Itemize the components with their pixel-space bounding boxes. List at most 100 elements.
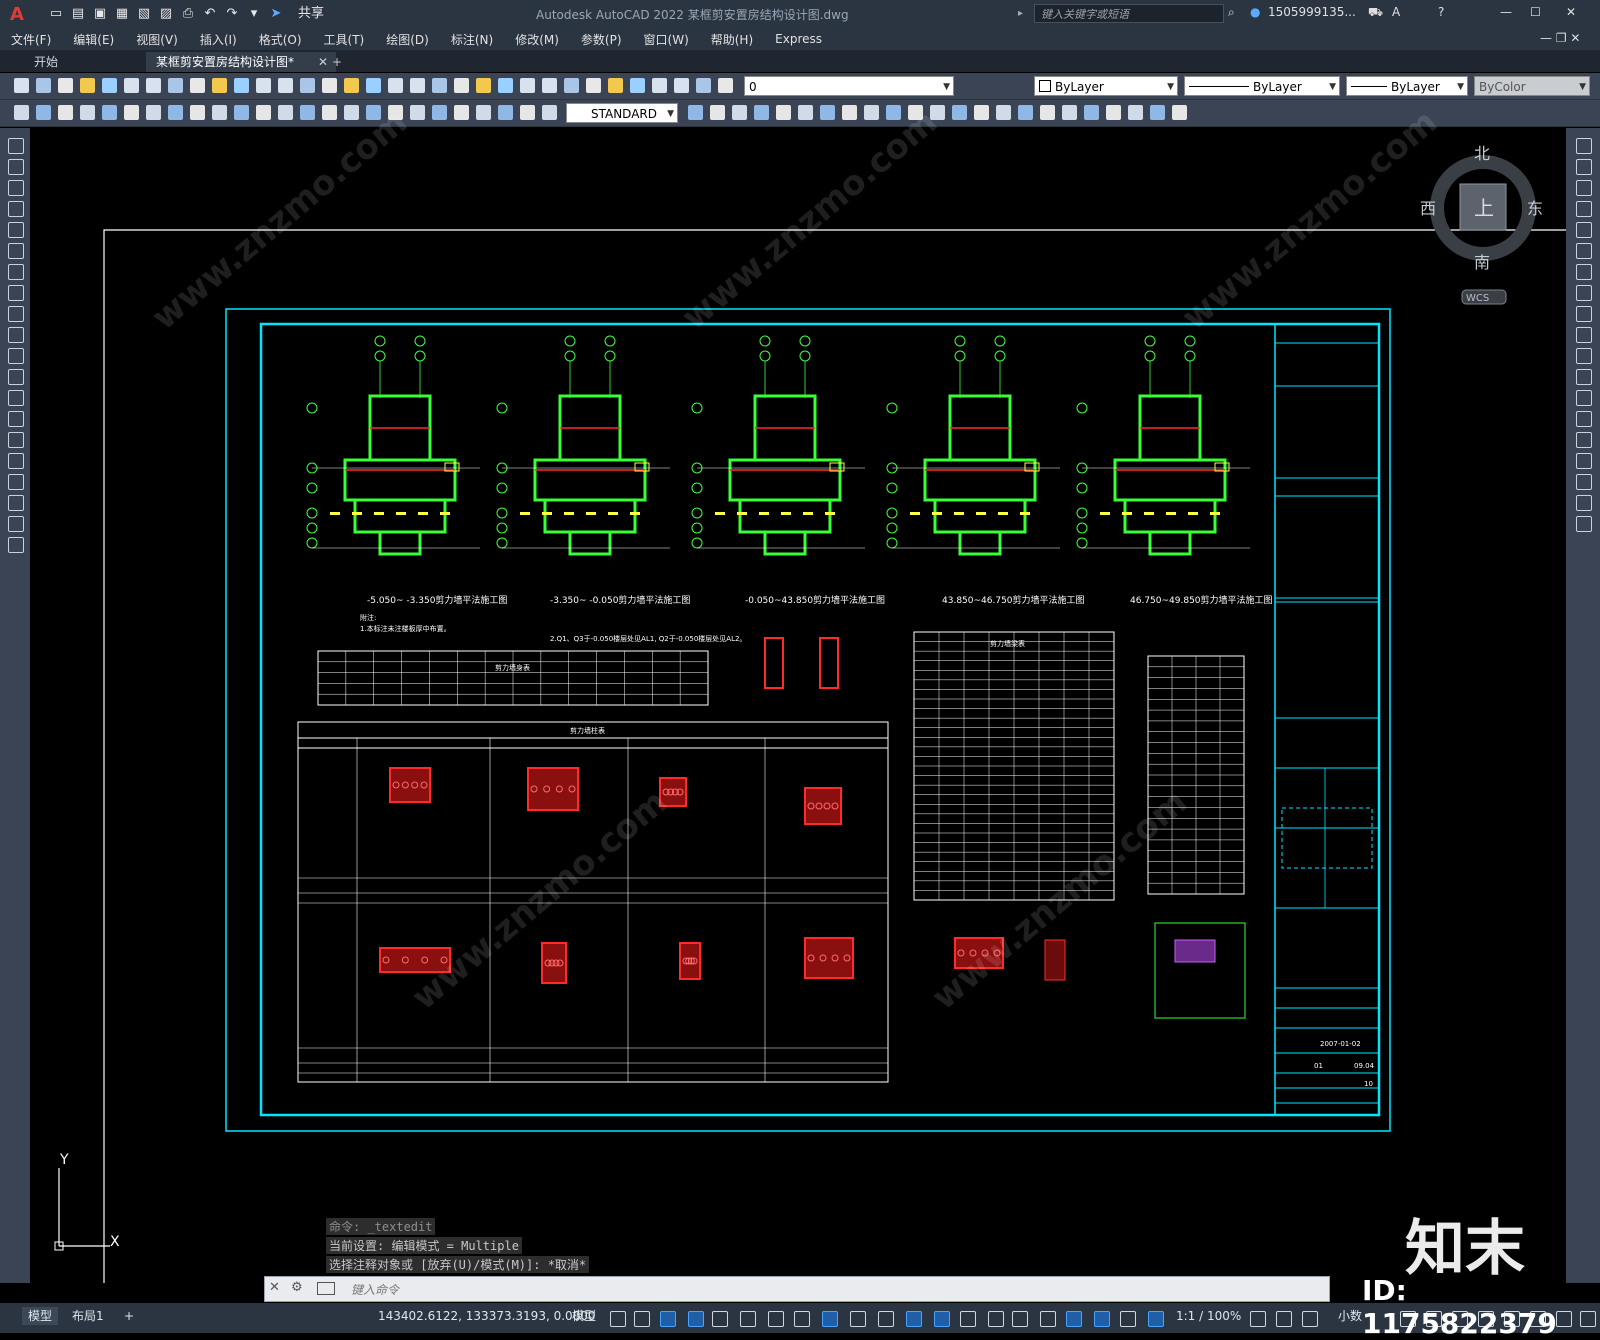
status-toggle-icon[interactable] [822, 1311, 838, 1327]
search-expand-icon[interactable]: ▸ [1018, 8, 1023, 19]
open-file-icon[interactable]: ▤ [70, 6, 86, 22]
modify-tool-icon[interactable] [1576, 285, 1592, 301]
tool-icon[interactable] [278, 78, 293, 93]
tool-icon[interactable] [1084, 105, 1099, 120]
tool-icon[interactable] [520, 78, 535, 93]
modify-tool-icon[interactable] [1576, 159, 1592, 175]
model-space-button[interactable]: 模型 [566, 1307, 602, 1325]
command-input[interactable]: 键入命令 [351, 1281, 399, 1298]
tool-icon[interactable] [80, 78, 95, 93]
tool-icon[interactable] [256, 78, 271, 93]
tool-icon[interactable] [190, 78, 205, 93]
menu-help[interactable]: 帮助(H) [711, 31, 753, 48]
draw-tool-icon[interactable] [8, 495, 24, 511]
tool-icon[interactable] [322, 78, 337, 93]
new-file-icon[interactable]: ▭ [48, 6, 64, 22]
tool-icon[interactable] [1172, 105, 1187, 120]
status-toggle-icon[interactable] [1040, 1311, 1056, 1327]
tool-icon[interactable] [586, 78, 601, 93]
status-toggle-icon[interactable] [878, 1311, 894, 1327]
tool-icon[interactable] [498, 78, 513, 93]
viewcube-west[interactable]: 西 [1420, 199, 1436, 218]
menu-draw[interactable]: 绘图(D) [386, 31, 429, 48]
draw-tool-icon[interactable] [8, 516, 24, 532]
modify-tool-icon[interactable] [1576, 180, 1592, 196]
modify-tool-icon[interactable] [1576, 264, 1592, 280]
modify-tool-icon[interactable] [1576, 411, 1592, 427]
viewcube-south[interactable]: 南 [1474, 253, 1490, 272]
modify-tool-icon[interactable] [1576, 201, 1592, 217]
command-prompt-icon[interactable] [317, 1282, 335, 1295]
tool-icon[interactable] [300, 78, 315, 93]
tool-icon[interactable] [58, 78, 73, 93]
tool-icon[interactable] [630, 78, 645, 93]
tool-icon[interactable] [696, 78, 711, 93]
status-toggle-icon[interactable] [988, 1311, 1004, 1327]
tool-icon[interactable] [454, 78, 469, 93]
modify-tool-icon[interactable] [1576, 348, 1592, 364]
tool-icon[interactable] [146, 78, 161, 93]
tab-drawing[interactable]: 某框剪安置房结构设计图* ✕ [146, 52, 336, 72]
tab-model[interactable]: 模型 [22, 1307, 59, 1325]
draw-tool-icon[interactable] [8, 369, 24, 385]
tool-icon[interactable] [124, 78, 139, 93]
status-toggle-icon[interactable] [850, 1311, 866, 1327]
status-toggle-icon[interactable] [660, 1311, 676, 1327]
text-style-dropdown[interactable]: STANDARD ▼ [566, 103, 678, 123]
drawing-canvas[interactable]: -5.050~ -3.350剪力墙平法施工图 -3.350~ -0.050剪力墙… [30, 128, 1566, 1283]
status-toggle-icon[interactable] [1012, 1311, 1028, 1327]
tool-icon[interactable] [80, 105, 95, 120]
maximize-button[interactable]: ☐ [1530, 5, 1541, 19]
viewcube-north[interactable]: 北 [1474, 144, 1490, 163]
menu-edit[interactable]: 编辑(E) [73, 31, 114, 48]
status-toggle-icon[interactable] [1276, 1311, 1292, 1327]
tool-icon[interactable] [776, 105, 791, 120]
annotation-scale[interactable]: 1:1 / 100% [1170, 1307, 1247, 1325]
tool-icon[interactable] [168, 78, 183, 93]
tool-icon[interactable] [366, 78, 381, 93]
tool-icon[interactable] [1018, 105, 1033, 120]
save-icon[interactable]: ▣ [92, 6, 108, 22]
draw-tool-icon[interactable] [8, 390, 24, 406]
tool-icon[interactable] [732, 105, 747, 120]
tool-icon[interactable] [124, 105, 139, 120]
tool-icon[interactable] [432, 105, 447, 120]
tool-icon[interactable] [520, 105, 535, 120]
menu-view[interactable]: 视图(V) [136, 31, 178, 48]
draw-tool-icon[interactable] [8, 285, 24, 301]
draw-tool-icon[interactable] [8, 453, 24, 469]
draw-tool-icon[interactable] [8, 138, 24, 154]
modify-tool-icon[interactable] [1576, 306, 1592, 322]
modify-tool-icon[interactable] [1576, 474, 1592, 490]
minimize-button[interactable]: — [1500, 5, 1512, 19]
lineweight-dropdown[interactable]: ByLayer ▼ [1346, 76, 1468, 96]
viewcube-east[interactable]: 东 [1527, 199, 1543, 218]
tool-icon[interactable] [820, 105, 835, 120]
tool-icon[interactable] [190, 105, 205, 120]
open-web-icon[interactable]: ▧ [136, 6, 152, 22]
tool-icon[interactable] [300, 105, 315, 120]
tool-icon[interactable] [996, 105, 1011, 120]
draw-tool-icon[interactable] [8, 180, 24, 196]
user-icon[interactable]: ● [1250, 5, 1260, 19]
status-toggle-icon[interactable] [960, 1311, 976, 1327]
user-account-button[interactable]: 1505999135... [1268, 5, 1356, 19]
draw-tool-icon[interactable] [8, 327, 24, 343]
tool-icon[interactable] [498, 105, 513, 120]
status-toggle-icon[interactable] [906, 1311, 922, 1327]
status-toggle-icon[interactable] [634, 1311, 650, 1327]
modify-tool-icon[interactable] [1576, 327, 1592, 343]
tool-icon[interactable] [1040, 105, 1055, 120]
tool-icon[interactable] [168, 105, 183, 120]
search-input[interactable]: 键入关键字或短语 [1034, 4, 1224, 23]
tool-icon[interactable] [754, 105, 769, 120]
tool-icon[interactable] [798, 105, 813, 120]
autocad-logo-icon[interactable]: A [4, 2, 30, 26]
share-button[interactable]: 共享 [298, 6, 324, 22]
tool-icon[interactable] [322, 105, 337, 120]
tool-icon[interactable] [1106, 105, 1121, 120]
tool-icon[interactable] [256, 105, 271, 120]
tool-icon[interactable] [344, 78, 359, 93]
tool-icon[interactable] [652, 78, 667, 93]
status-toggle-icon[interactable] [1250, 1311, 1266, 1327]
